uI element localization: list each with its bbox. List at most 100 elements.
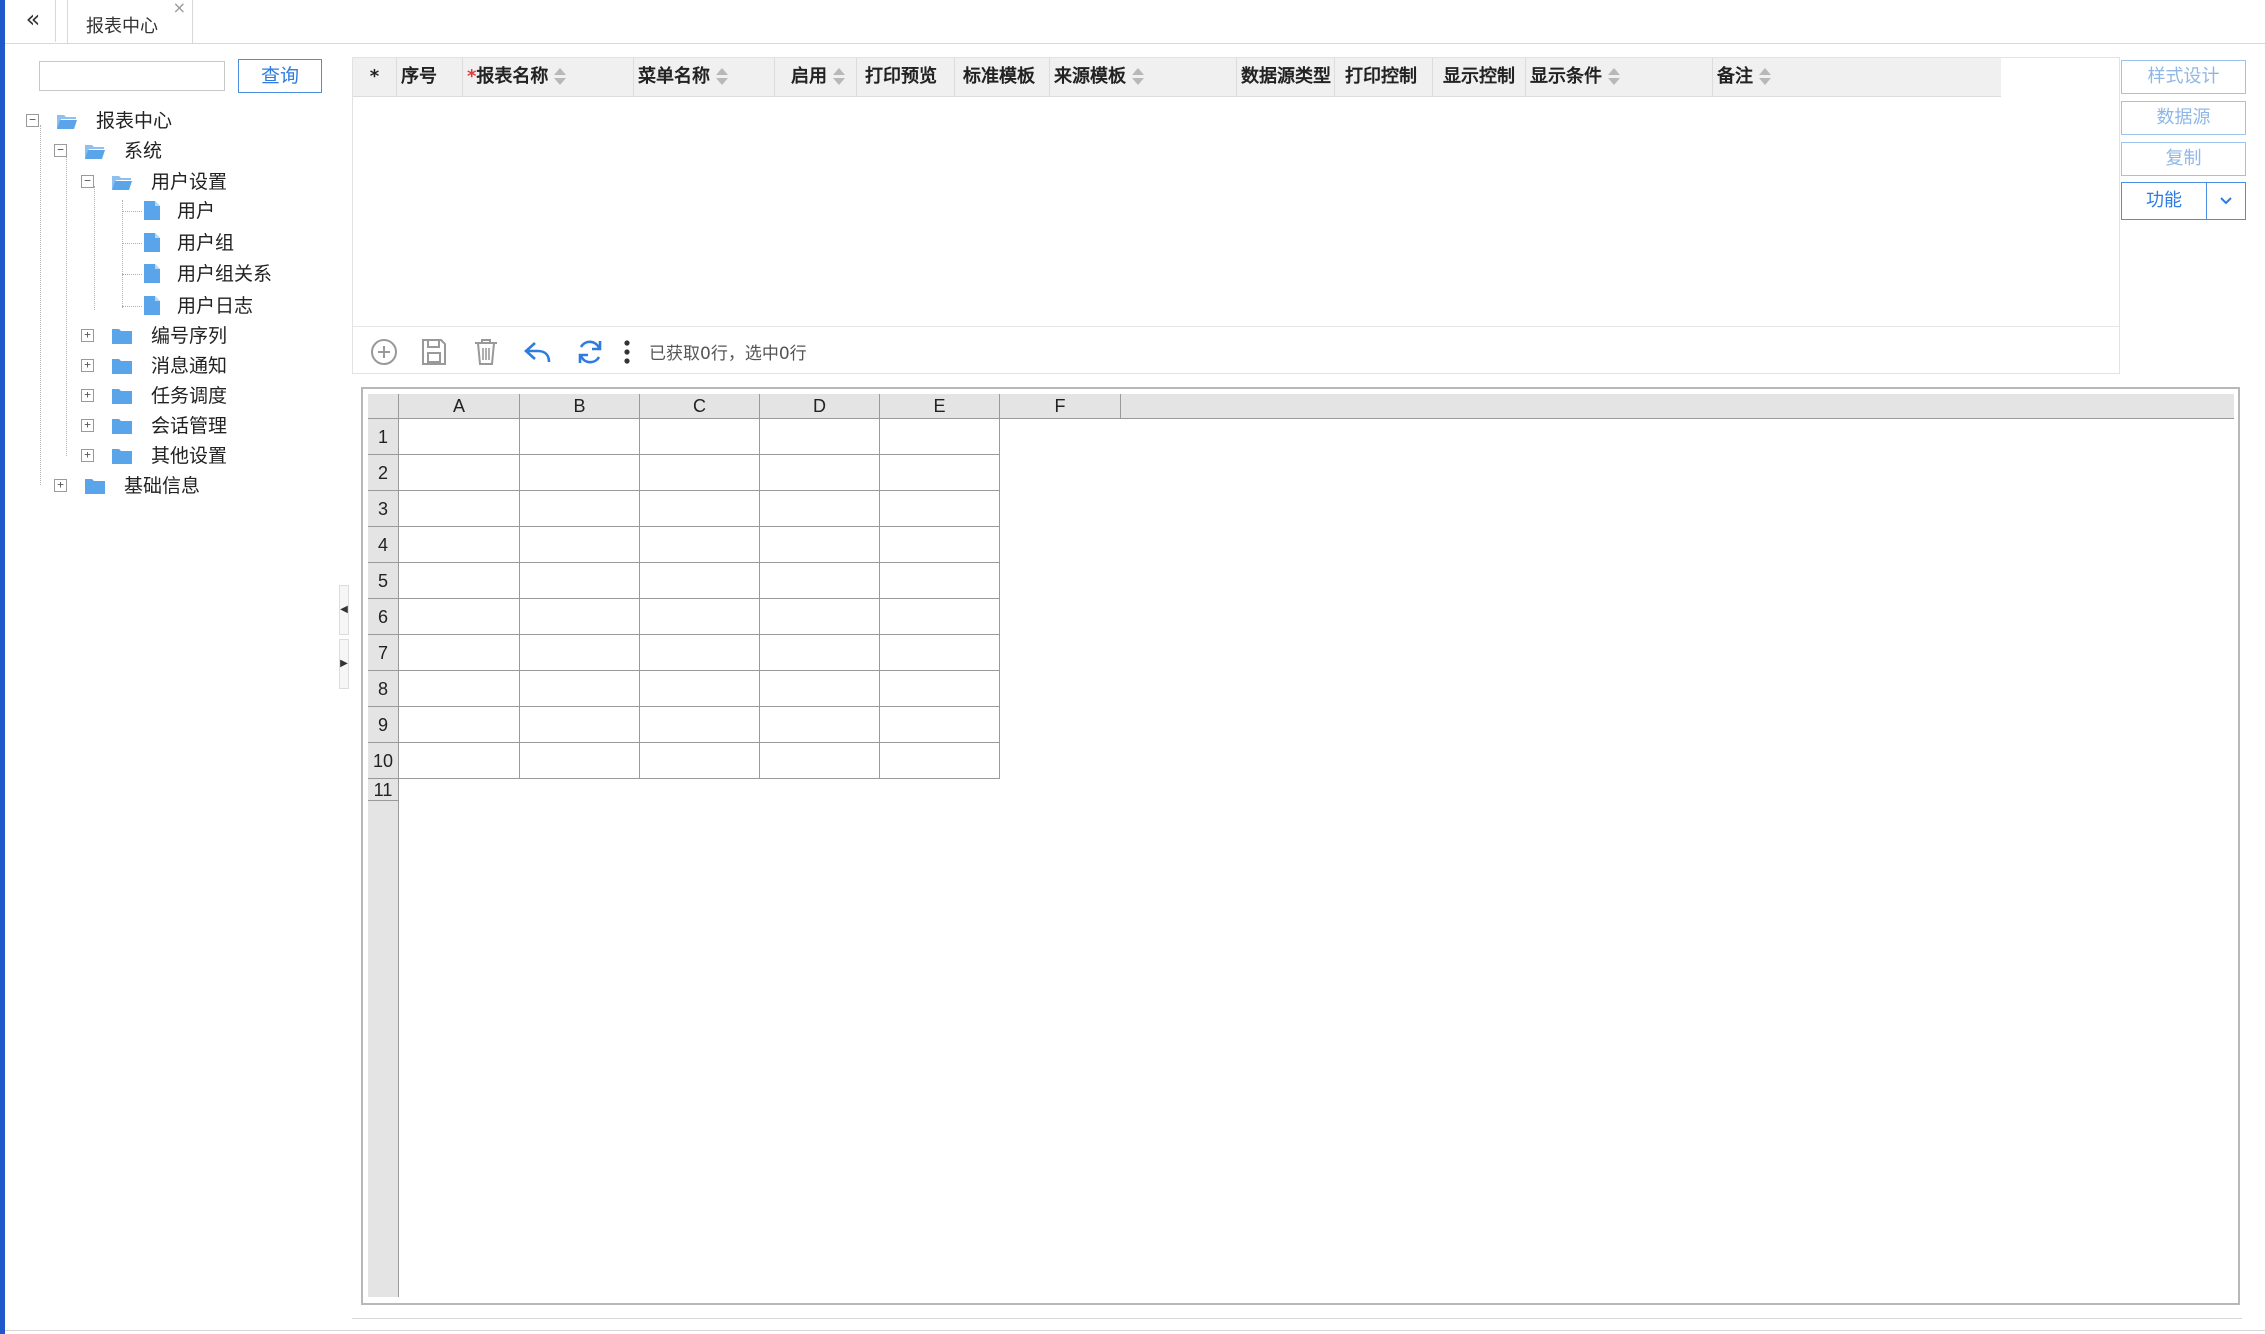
sheet-cell[interactable] (640, 599, 760, 635)
collapse-left-icon[interactable]: ◀ (339, 585, 349, 635)
undo-icon[interactable] (523, 337, 553, 367)
row-header[interactable]: 4 (368, 527, 398, 563)
sheet-cell[interactable] (399, 671, 520, 707)
row-header[interactable]: 6 (368, 599, 398, 635)
spreadsheet[interactable]: A B C D E F 1 2 3 4 5 6 7 8 9 10 11 (361, 387, 2240, 1305)
sheet-cell[interactable] (880, 707, 1000, 743)
sheet-cell[interactable] (760, 599, 880, 635)
sheet-cell[interactable] (520, 635, 640, 671)
row-header[interactable]: 2 (368, 455, 398, 491)
row-header[interactable]: 1 (368, 419, 398, 455)
row-header[interactable]: 5 (368, 563, 398, 599)
sheet-cell[interactable] (880, 419, 1000, 455)
row-header[interactable]: 3 (368, 491, 398, 527)
panel-splitter[interactable]: ◀ ▶ (339, 585, 349, 689)
column-header-standard-template[interactable]: 标准模板 (955, 58, 1050, 96)
sort-icon[interactable] (716, 67, 728, 87)
close-icon[interactable]: × (173, 0, 186, 17)
sheet-cell[interactable] (760, 707, 880, 743)
expand-right-icon[interactable]: ▶ (339, 639, 349, 689)
sheet-cell[interactable] (880, 455, 1000, 491)
sheet-cell[interactable] (640, 671, 760, 707)
collapse-icon[interactable]: − (81, 175, 94, 188)
row-header[interactable]: 7 (368, 635, 398, 671)
sort-icon[interactable] (1759, 67, 1771, 87)
collapse-icon[interactable]: − (26, 114, 39, 127)
sheet-cell[interactable] (520, 527, 640, 563)
sheet-cell[interactable] (760, 491, 880, 527)
sheet-cell[interactable] (399, 455, 520, 491)
sheet-cell[interactable] (760, 419, 880, 455)
sheet-cell[interactable] (760, 671, 880, 707)
more-icon[interactable] (621, 337, 633, 367)
row-header[interactable]: 11 (368, 779, 398, 801)
column-header-report-name[interactable]: *报表名称 (463, 58, 634, 96)
add-icon[interactable] (369, 337, 399, 367)
sheet-cell[interactable] (520, 671, 640, 707)
column-header-d[interactable]: D (760, 394, 880, 418)
column-header-c[interactable]: C (640, 394, 760, 418)
sheet-cell[interactable] (399, 599, 520, 635)
expand-icon[interactable]: + (81, 419, 94, 432)
column-header-print-control[interactable]: 打印控制 (1335, 58, 1433, 96)
sheet-cell[interactable] (760, 527, 880, 563)
datasource-button[interactable]: 数据源 (2121, 101, 2246, 135)
column-header-a[interactable]: A (399, 394, 520, 418)
sort-icon[interactable] (1132, 67, 1144, 87)
sheet-cell[interactable] (760, 743, 880, 779)
sheet-cell[interactable] (399, 419, 520, 455)
row-header[interactable]: 8 (368, 671, 398, 707)
sheet-cell[interactable] (880, 599, 1000, 635)
sheet-cell[interactable] (399, 635, 520, 671)
delete-icon[interactable] (471, 337, 501, 367)
tab-report-center[interactable]: 报表中心 × (67, 0, 193, 43)
sheet-cell[interactable] (399, 491, 520, 527)
expand-icon[interactable]: + (81, 329, 94, 342)
sheet-cell[interactable] (640, 491, 760, 527)
sheet-cell[interactable] (520, 743, 640, 779)
sheet-cell[interactable] (520, 599, 640, 635)
query-button[interactable]: 查询 (238, 59, 322, 93)
sort-icon[interactable] (554, 67, 567, 87)
sheet-cell[interactable] (880, 671, 1000, 707)
column-header-remarks[interactable]: 备注 (1713, 58, 2001, 96)
column-header-f[interactable]: F (1000, 394, 1121, 418)
sheet-cell[interactable] (640, 707, 760, 743)
sheet-cell[interactable] (399, 527, 520, 563)
sheet-cell[interactable] (760, 455, 880, 491)
sheet-cell[interactable] (760, 635, 880, 671)
save-icon[interactable] (419, 337, 449, 367)
expand-icon[interactable]: + (81, 389, 94, 402)
column-header-datasource-type[interactable]: 数据源类型 (1237, 58, 1335, 96)
column-header-print-preview[interactable]: 打印预览 (857, 58, 955, 96)
sheet-cell[interactable] (520, 455, 640, 491)
chevron-down-icon[interactable] (2207, 183, 2245, 219)
column-header-enabled[interactable]: 启用 (775, 58, 857, 96)
sheet-cell[interactable] (880, 491, 1000, 527)
sheet-cell[interactable] (640, 743, 760, 779)
function-button[interactable]: 功能 (2122, 183, 2207, 219)
sheet-cell[interactable] (399, 743, 520, 779)
column-header-display-condition[interactable]: 显示条件 (1526, 58, 1713, 96)
sheet-cell[interactable] (399, 707, 520, 743)
row-header[interactable]: 10 (368, 743, 398, 779)
column-header-e[interactable]: E (880, 394, 1000, 418)
sheet-cell[interactable] (880, 635, 1000, 671)
refresh-icon[interactable] (575, 337, 605, 367)
collapse-icon[interactable]: − (54, 144, 67, 157)
copy-button[interactable]: 复制 (2121, 142, 2246, 176)
sheet-cell[interactable] (880, 527, 1000, 563)
column-header-b[interactable]: B (520, 394, 640, 418)
column-header-source-template[interactable]: 来源模板 (1050, 58, 1237, 96)
sort-icon[interactable] (1608, 67, 1620, 87)
column-header-index[interactable]: 序号 (397, 58, 463, 96)
column-header-display-control[interactable]: 显示控制 (1433, 58, 1526, 96)
style-design-button[interactable]: 样式设计 (2121, 60, 2246, 94)
sheet-cell[interactable] (880, 563, 1000, 599)
sheet-cell[interactable] (640, 563, 760, 599)
sheet-cell[interactable] (640, 455, 760, 491)
row-header[interactable]: 9 (368, 707, 398, 743)
select-all-corner[interactable] (368, 394, 399, 419)
expand-icon[interactable]: + (81, 449, 94, 462)
sheet-cell[interactable] (520, 707, 640, 743)
